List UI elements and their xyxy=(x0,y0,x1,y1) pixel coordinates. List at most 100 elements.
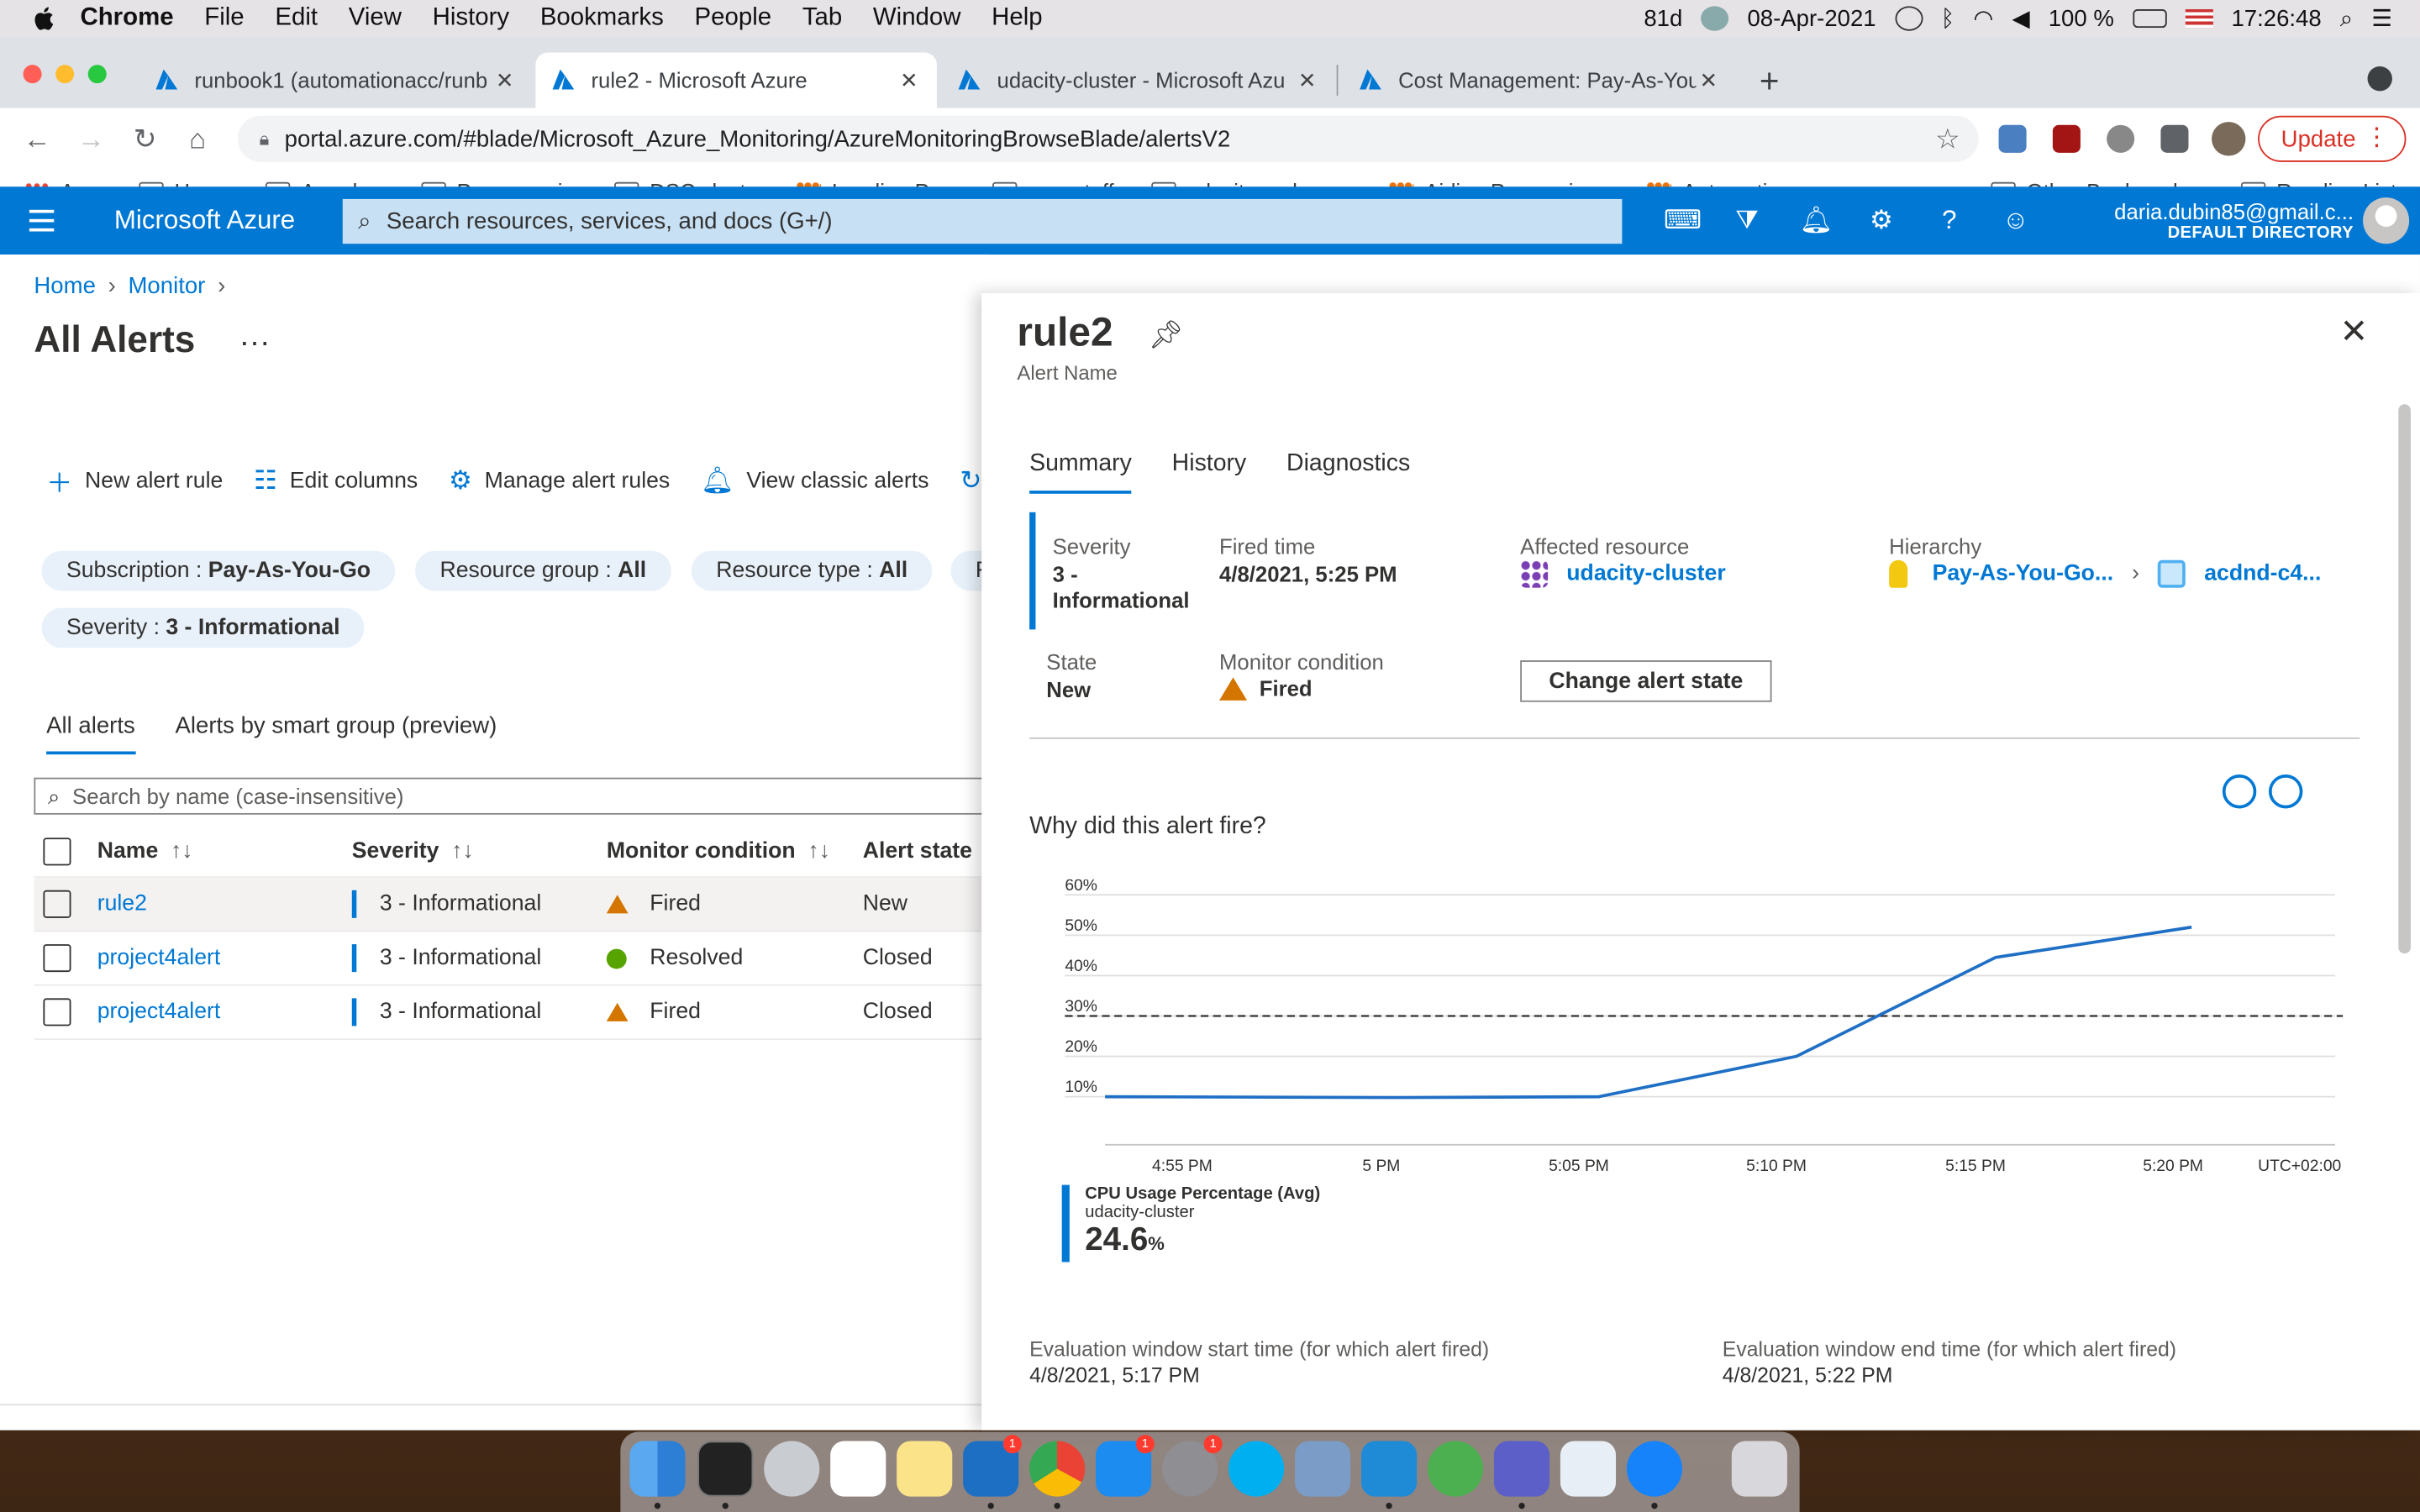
column-header-severity[interactable]: Severity ↑↓ xyxy=(352,838,607,863)
wifi-icon[interactable]: ◠ xyxy=(1973,5,1993,33)
cpu-usage-chart[interactable]: 60% 50% 40% 30% 20% 10% 4:55 PM 5 PM 5:05 PM 5:10… xyxy=(1031,879,2359,1188)
directory-filter-icon[interactable]: ⧩ xyxy=(1732,205,1763,236)
select-all-checkbox[interactable] xyxy=(43,837,71,865)
browser-tab-rule2[interactable]: rule2 - Microsoft Azure ✕ xyxy=(535,52,937,108)
column-header-name[interactable]: Name ↑↓ xyxy=(97,838,352,863)
table-row[interactable]: rule2 3 - Informational Fired New xyxy=(34,878,1022,932)
weather-temp[interactable]: 81d xyxy=(1644,5,1682,31)
hierarchy-resource-group-link[interactable]: acdnd-c4... xyxy=(2204,562,2321,586)
launchpad-icon[interactable] xyxy=(764,1441,820,1497)
finder-icon[interactable] xyxy=(629,1441,686,1497)
preview-icon[interactable] xyxy=(1295,1441,1351,1497)
alert-name-link[interactable]: rule2 xyxy=(97,892,352,916)
row-checkbox[interactable] xyxy=(43,944,71,973)
menu-view[interactable]: View xyxy=(349,5,402,33)
close-icon[interactable]: ✕ xyxy=(2339,312,2368,352)
alert-name-link[interactable]: project4alert xyxy=(97,946,352,970)
address-bar[interactable]: 🔒︎ portal.azure.com/#blade/Microsoft_Azu… xyxy=(237,115,1979,162)
filter-subscription[interactable]: Subscription : Pay-As-You-Go xyxy=(41,550,396,591)
table-row[interactable]: project4alert 3 - Informational Fired Cl… xyxy=(34,986,1022,1040)
feedback-smiley-icon[interactable]: ☺ xyxy=(2000,205,2031,236)
pin-icon[interactable]: 📌︎ xyxy=(1149,319,1184,352)
close-tab-icon[interactable]: ✕ xyxy=(1697,67,1721,93)
browser-tab-runbook[interactable]: runbook1 (automationacc/runb ✕ xyxy=(139,52,532,108)
menu-edit[interactable]: Edit xyxy=(275,5,318,33)
new-tab-button[interactable]: + xyxy=(1760,61,1780,102)
camera-extension-icon[interactable] xyxy=(1998,124,2027,153)
browser-tab-udacity-cluster[interactable]: udacity-cluster - Microsoft Azu ✕ xyxy=(941,52,1334,108)
notes-icon[interactable] xyxy=(897,1441,953,1497)
manage-alert-rules-button[interactable]: ⚙ Manage alert rules xyxy=(449,461,670,500)
breadcrumb-home[interactable]: Home xyxy=(34,273,95,299)
settings-gear-icon[interactable]: ⚙ xyxy=(1866,205,1897,236)
menu-bookmarks[interactable]: Bookmarks xyxy=(540,5,664,33)
sort-icon[interactable]: ↑↓ xyxy=(451,838,474,863)
menu-window[interactable]: Window xyxy=(873,5,961,33)
tab-search-icon[interactable] xyxy=(2367,66,2392,92)
browser-tab-cost-management[interactable]: Cost Management: Pay-As-You ✕ xyxy=(1343,52,1736,108)
apple-icon[interactable] xyxy=(31,5,59,33)
horizontal-scrollbar[interactable] xyxy=(0,1404,988,1406)
zoom-window-button[interactable] xyxy=(87,65,107,84)
avatar[interactable] xyxy=(2363,197,2410,244)
calendar-icon[interactable] xyxy=(830,1441,886,1497)
alert-search-input[interactable]: ⌕ Search by name (case-insensitive) xyxy=(34,777,1022,815)
row-checkbox[interactable] xyxy=(43,890,71,918)
notifications-bell-icon[interactable]: 🔔︎ xyxy=(1800,205,1833,236)
back-button[interactable]: ← xyxy=(20,122,54,155)
volume-icon[interactable]: ◀ xyxy=(2012,5,2029,33)
chart-legend[interactable]: CPU Usage Percentage (Avg) udacity-clust… xyxy=(1061,1184,1320,1263)
puzzle-extensions-icon[interactable] xyxy=(2160,124,2189,153)
sort-icon[interactable]: ↑↓ xyxy=(808,838,830,863)
menu-history[interactable]: History xyxy=(433,5,509,33)
tab-history[interactable]: History xyxy=(1172,450,1247,493)
spotlight-search-icon[interactable]: ⌕ xyxy=(2340,5,2353,31)
view-classic-alerts-button[interactable]: 🔔︎ View classic alerts xyxy=(701,461,929,500)
more-menu-icon[interactable]: ⋮ xyxy=(2365,122,2389,153)
flag-icon[interactable] xyxy=(2185,9,2213,29)
global-search-input[interactable]: ⌕ Search resources, services, and docs (… xyxy=(342,198,1623,244)
trash-icon[interactable] xyxy=(1731,1441,1787,1497)
account-info[interactable]: daria.dubin85@gmail.c... DEFAULT DIRECTO… xyxy=(2084,199,2354,242)
portal-menu-icon[interactable] xyxy=(29,209,55,232)
control-center-icon[interactable]: ☰ xyxy=(2371,5,2392,33)
reload-button[interactable]: ↻ xyxy=(128,122,161,155)
menubar-date[interactable]: 08-Apr-2021 xyxy=(1747,5,1876,31)
hierarchy-subscription-link[interactable]: Pay-As-You-Go... xyxy=(1933,562,2114,586)
skype-icon[interactable] xyxy=(1228,1441,1285,1497)
filter-resource-group[interactable]: Resource group : All xyxy=(415,550,671,591)
close-tab-icon[interactable]: ✕ xyxy=(492,67,517,93)
battery-percent[interactable]: 100 % xyxy=(2049,5,2114,31)
vertical-scrollbar[interactable] xyxy=(2398,404,2411,954)
filter-severity[interactable]: Severity :3 - Informational xyxy=(41,607,365,648)
sync-icon[interactable] xyxy=(1701,6,1729,31)
home-button[interactable]: ⌂ xyxy=(181,122,214,155)
cloud-shell-icon[interactable]: ⌨ xyxy=(1664,205,1702,236)
menu-people[interactable]: People xyxy=(695,5,772,33)
teams-icon[interactable] xyxy=(1493,1441,1550,1497)
affected-resource-link[interactable]: udacity-cluster xyxy=(1520,559,1726,588)
column-header-monitor-condition[interactable]: Monitor condition ↑↓ xyxy=(607,838,863,863)
menu-file[interactable]: File xyxy=(204,5,244,33)
menubar-time[interactable]: 17:26:48 xyxy=(2231,5,2321,31)
help-question-icon[interactable]: ? xyxy=(1933,205,1965,236)
bluetooth-icon[interactable]: ᛒ xyxy=(1941,5,1955,31)
more-options-icon[interactable]: ··· xyxy=(239,326,271,361)
minimize-window-button[interactable] xyxy=(55,65,75,84)
tab-all-alerts[interactable]: All alerts xyxy=(46,713,135,755)
tab-smart-groups[interactable]: Alerts by smart group (preview) xyxy=(176,713,497,755)
sort-icon[interactable]: ↑↓ xyxy=(171,838,193,863)
close-window-button[interactable] xyxy=(23,65,42,84)
breadcrumb-monitor[interactable]: Monitor xyxy=(128,273,205,299)
tableau-icon[interactable] xyxy=(1560,1441,1617,1497)
filter-resource-type[interactable]: Resource type : All xyxy=(691,550,933,591)
menu-help[interactable]: Help xyxy=(992,5,1042,33)
battery-icon[interactable] xyxy=(2132,9,2167,29)
menu-tab[interactable]: Tab xyxy=(802,5,842,33)
row-checkbox[interactable] xyxy=(43,998,71,1026)
display-icon[interactable] xyxy=(1894,6,1923,31)
terminal-icon[interactable] xyxy=(697,1441,754,1497)
chrome-icon[interactable] xyxy=(1029,1441,1086,1497)
azure-brand[interactable]: Microsoft Azure xyxy=(114,205,295,236)
edit-columns-button[interactable]: ☷ Edit columns xyxy=(254,461,418,500)
